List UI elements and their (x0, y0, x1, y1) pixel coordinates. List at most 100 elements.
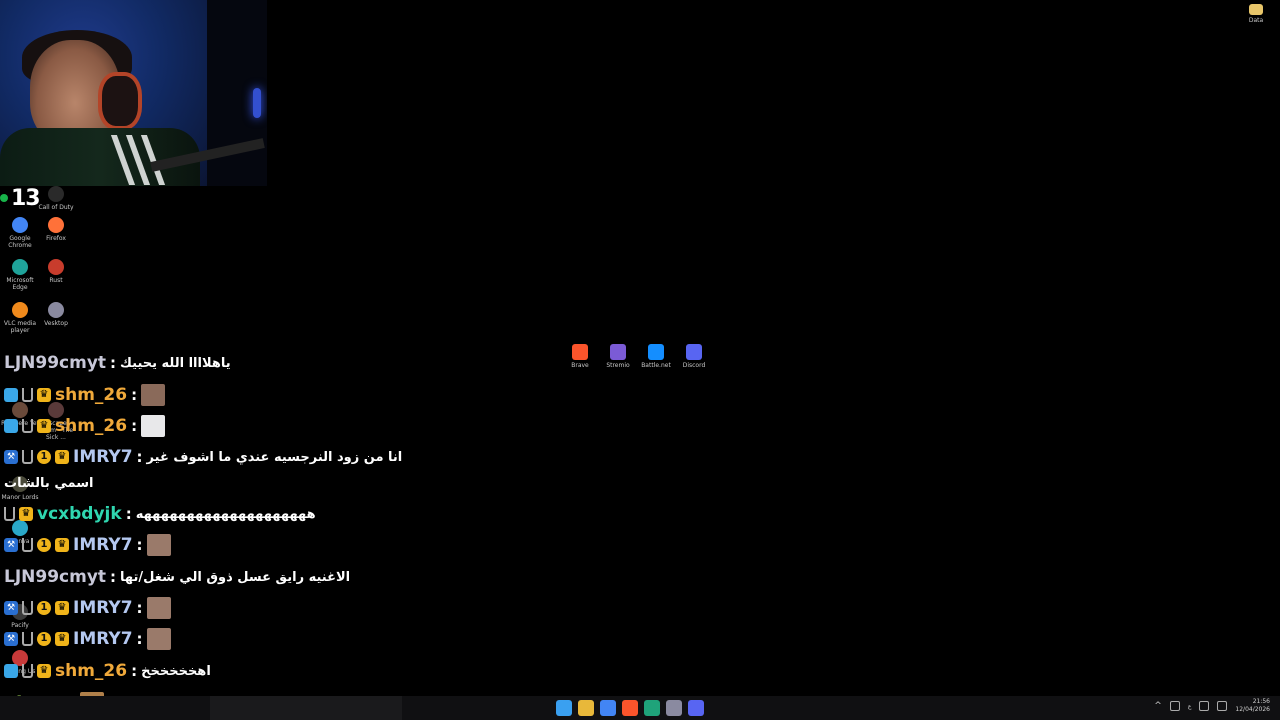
desktop-icon-rust[interactable]: Rust (36, 259, 76, 284)
tool-icon: ⚒ (4, 632, 18, 646)
file-explorer-icon[interactable] (578, 700, 594, 716)
chat-emote-icon (141, 415, 166, 437)
tool-icon: ⚒ (4, 450, 18, 464)
desktop-icon-data[interactable]: Data (1236, 4, 1276, 24)
crown-icon: ♛ (37, 664, 51, 678)
chat-separator: : (110, 568, 117, 586)
tool-icon: ⚒ (4, 538, 18, 552)
volume-icon[interactable] (1217, 701, 1228, 711)
cup-icon (22, 601, 33, 615)
viewer-count: 13 (0, 184, 41, 212)
prime-icon (4, 388, 18, 402)
desktop-icon-label: Call of Duty (38, 204, 74, 211)
clock-time: 21:56 (1252, 698, 1270, 705)
windows-start-icon[interactable] (556, 700, 572, 716)
one-icon: 1 (37, 601, 51, 615)
crown-icon: ♛ (19, 507, 33, 521)
desktop-icon-discord[interactable]: Discord (674, 344, 714, 369)
chat-separator: : (110, 354, 117, 372)
desktop-icon-battlenet[interactable]: Battle.net (636, 344, 676, 369)
tool-icon: ⚒ (4, 601, 18, 615)
chat-emote-icon (146, 534, 171, 556)
vlc-icon (12, 302, 28, 318)
chat-message: ♛ shm_26: اهخخخخخخ (4, 656, 211, 686)
chat-username[interactable]: LJN99cmyt (4, 567, 106, 587)
desktop-icon-label: Brave (571, 362, 589, 369)
taskbar-search-area[interactable] (210, 696, 402, 720)
chat-emote-icon (141, 384, 166, 406)
desktop-icon-label: Google Chrome (8, 235, 32, 249)
desktop-icon-edge[interactable]: Microsoft Edge (0, 259, 40, 291)
rust-icon (48, 259, 64, 275)
chat-message-text: الاغنيه رايق عسل ذوق الي شغل/تها (120, 569, 351, 585)
firefox-icon (48, 217, 64, 233)
crown-icon: ♛ (55, 632, 69, 646)
system-tray: ^ ع 21:56 12/04/2026 (1154, 698, 1270, 714)
chat-message: ⚒ 1 ♛ IMRY7: (4, 593, 171, 623)
chat-separator: : (136, 599, 143, 617)
brave-icon (572, 344, 588, 360)
taskbar: ^ ع 21:56 12/04/2026 (0, 696, 1280, 720)
webcam-overlay (0, 0, 267, 186)
chat-message: LJN99cmyt: الاغنيه رايق عسل ذوق الي شغل/ت… (4, 562, 350, 592)
vesktop-icon[interactable] (666, 700, 682, 716)
store-icon[interactable] (644, 700, 660, 716)
chat-separator: : (131, 386, 138, 404)
chat-username[interactable]: IMRY7 (73, 629, 133, 649)
chat-username[interactable]: vcxbdyjk (37, 504, 122, 524)
chat-message: LJN99cmyt: ياهلاااا الله يحييك (4, 348, 231, 378)
chat-username[interactable]: shm_26 (55, 385, 127, 405)
language-indicator[interactable]: ع (1188, 703, 1192, 710)
brave-icon[interactable] (622, 700, 638, 716)
chat-emote-icon (146, 597, 171, 619)
prime-icon (4, 664, 18, 678)
cup-icon (22, 538, 33, 552)
cup-icon (4, 507, 15, 521)
desktop-icon-vesktop[interactable]: Vesktop (36, 302, 76, 327)
discord-icon[interactable] (688, 700, 704, 716)
chat-message-text: ياهلاااا الله يحييك (120, 355, 231, 371)
discord-icon (686, 344, 702, 360)
chevron-up-icon[interactable]: ^ (1154, 701, 1162, 711)
desktop-icon-label: Vesktop (44, 320, 68, 327)
cup-icon (22, 450, 33, 464)
chat-username[interactable]: LJN99cmyt (4, 353, 106, 373)
network-icon[interactable] (1199, 701, 1210, 711)
chat-username[interactable]: shm_26 (55, 661, 127, 681)
chat-username[interactable]: shm_26 (55, 416, 127, 436)
one-icon: 1 (37, 538, 51, 552)
cup-icon (22, 632, 33, 646)
vesktop-icon (48, 302, 64, 318)
cup-icon (22, 419, 33, 433)
crown-icon: ♛ (37, 388, 51, 402)
chat-username[interactable]: IMRY7 (73, 535, 133, 555)
chat-separator: : (131, 417, 138, 435)
chat-emote-icon (146, 628, 171, 650)
desktop-icon-label: Data (1248, 17, 1264, 24)
desktop-icon-stremio[interactable]: Stremio (598, 344, 638, 369)
desktop-icon-firefox[interactable]: Firefox (36, 217, 76, 242)
chat-message-text: ههههههههههههههههههههه (135, 506, 316, 522)
chat-username[interactable]: IMRY7 (73, 447, 133, 467)
desktop-icon-label: Stremio (606, 362, 630, 369)
desktop-icon-chrome[interactable]: Google Chrome (0, 217, 40, 249)
chrome-icon[interactable] (600, 700, 616, 716)
chat-message-text: اسمي بالشات (4, 475, 94, 491)
chat-username[interactable]: IMRY7 (73, 598, 133, 618)
desktop-icon-cod[interactable]: Call of Duty (36, 186, 76, 211)
chat-message: ⚒ 1 ♛ IMRY7: (4, 530, 171, 560)
stremio-icon (610, 344, 626, 360)
chat-message-text: انا من زود النرجسيه عندي ما اشوف غير (146, 449, 403, 465)
desktop-icon-brave[interactable]: Brave (560, 344, 600, 369)
clock[interactable]: 21:56 12/04/2026 (1235, 698, 1270, 714)
mic-tray-icon[interactable] (1169, 701, 1180, 711)
desktop-icon-vlc[interactable]: VLC media player (0, 302, 40, 334)
clock-date: 12/04/2026 (1235, 706, 1270, 713)
chat-message: ♛ vcxbdyjk: ههههههههههههههههههههه (4, 499, 316, 529)
crown-icon: ♛ (55, 601, 69, 615)
one-icon: 1 (37, 632, 51, 646)
chat-separator: : (136, 536, 143, 554)
crown-icon: ♛ (37, 419, 51, 433)
cod-icon (48, 186, 64, 202)
battlenet-icon (648, 344, 664, 360)
